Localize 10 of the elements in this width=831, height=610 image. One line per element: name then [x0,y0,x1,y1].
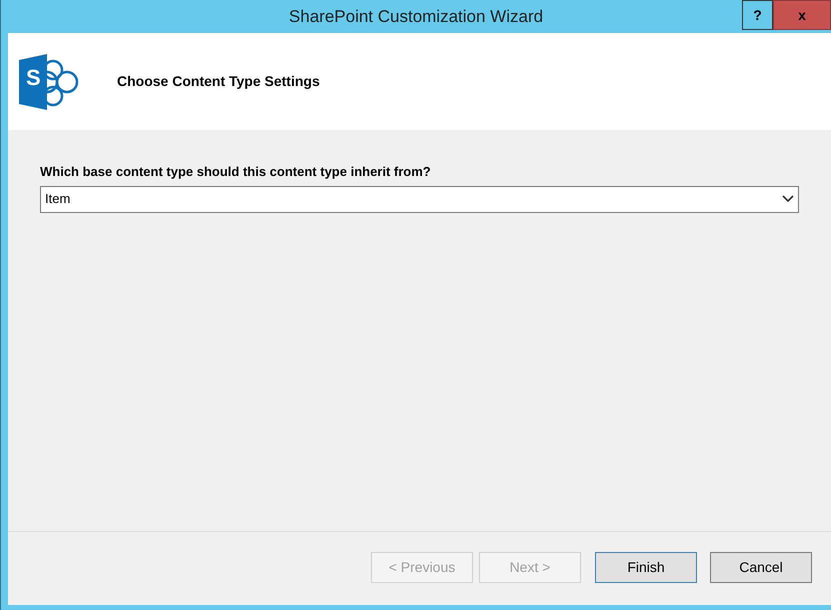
wizard-button[interactable]: Finish [595,552,697,583]
logo-letter: S [26,67,41,89]
chevron-down-icon [782,195,794,203]
close-button[interactable]: x [773,0,831,30]
base-type-dropdown[interactable]: Item [40,186,799,212]
help-button[interactable]: ? [742,0,773,30]
wizard-button[interactable]: Cancel [710,552,812,583]
window-title: SharePoint Customization Wizard [288,6,544,28]
page-heading: Choose Content Type Settings [117,72,320,91]
question-label: Which base content type should this content type inherit from? [40,163,432,181]
